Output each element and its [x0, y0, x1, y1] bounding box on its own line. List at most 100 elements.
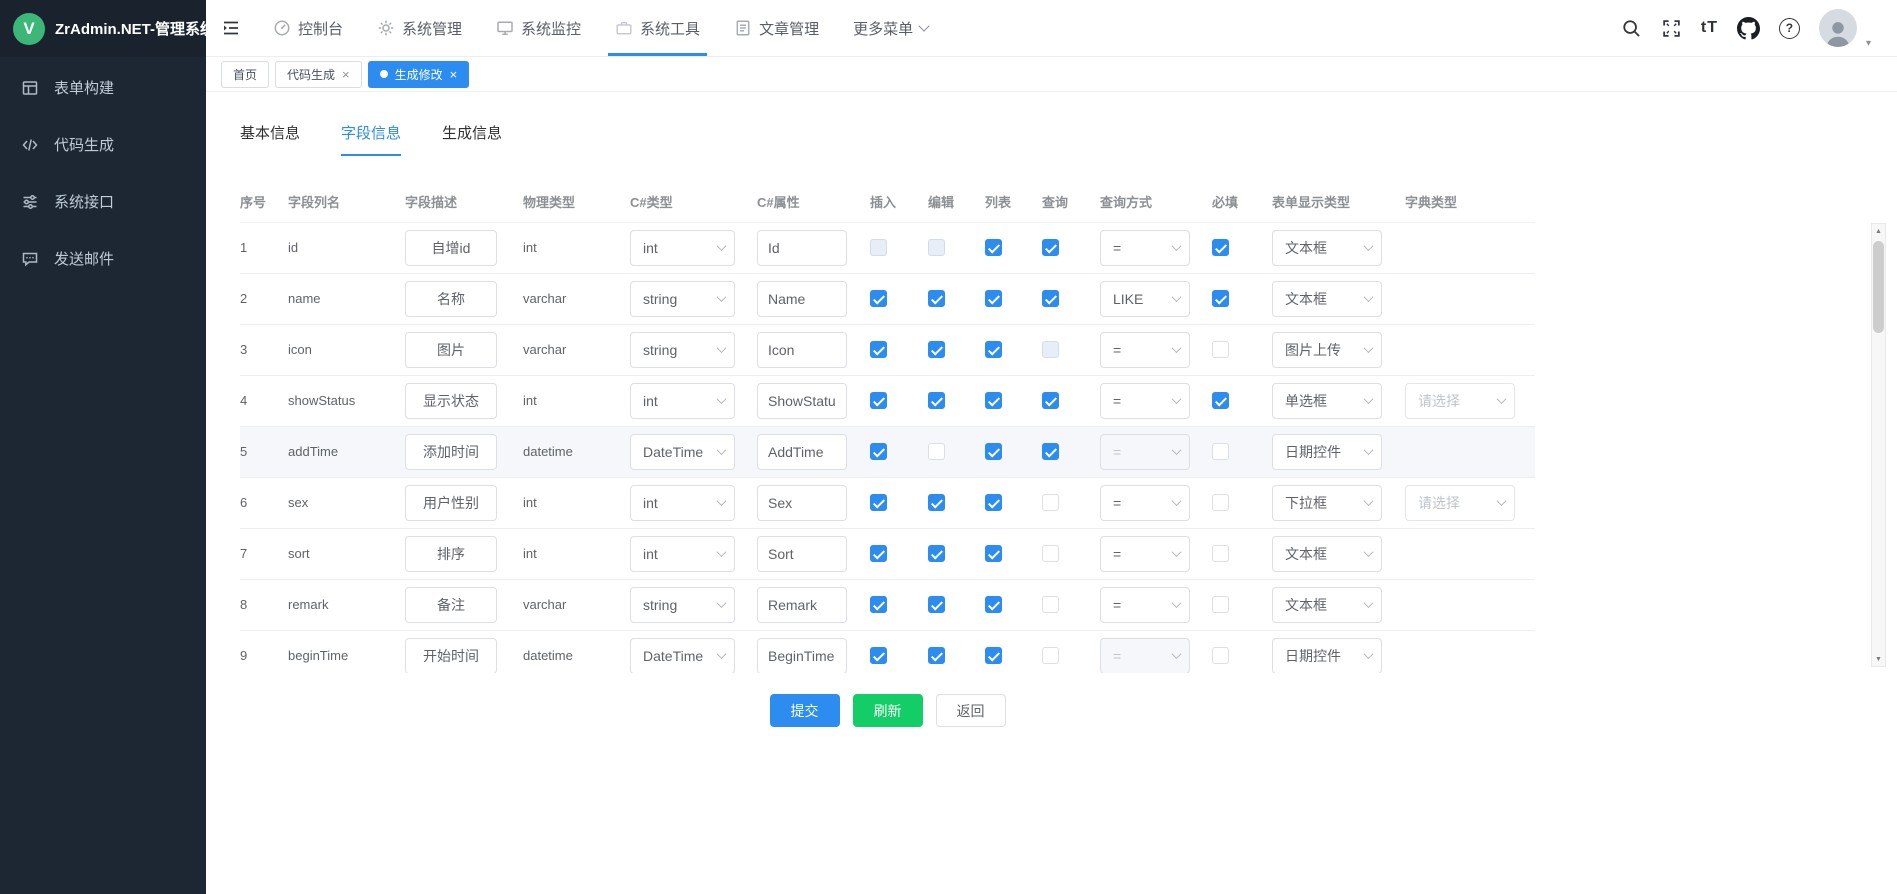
required-checkbox[interactable] [1212, 443, 1229, 460]
display-type-select[interactable]: 文本框 [1272, 230, 1382, 266]
display-type-select[interactable]: 文本框 [1272, 587, 1382, 623]
field-desc-input[interactable] [405, 434, 497, 470]
field-desc-input[interactable] [405, 281, 497, 317]
cs-type-select[interactable]: int [630, 383, 735, 419]
sidebar-item-form-build[interactable]: 表单构建 [0, 59, 206, 116]
insert-checkbox[interactable] [870, 647, 887, 664]
edit-checkbox[interactable] [928, 239, 945, 256]
nav-item-more-menus[interactable]: 更多菜单 [836, 0, 945, 56]
nav-item-system-tools[interactable]: 系统工具 [598, 0, 717, 56]
cs-type-select[interactable]: string [630, 587, 735, 623]
cs-type-select[interactable]: string [630, 281, 735, 317]
tag-code-gen[interactable]: 代码生成 × [275, 61, 362, 88]
edit-checkbox[interactable] [928, 443, 945, 460]
field-desc-input[interactable] [405, 638, 497, 674]
query-method-select[interactable]: = [1100, 485, 1190, 521]
sidebar-item-code-gen[interactable]: 代码生成 [0, 116, 206, 173]
list-checkbox[interactable] [985, 494, 1002, 511]
cs-property-input[interactable] [757, 587, 847, 623]
display-type-select[interactable]: 日期控件 [1272, 434, 1382, 470]
refresh-button[interactable]: 刷新 [853, 694, 923, 727]
display-type-select[interactable]: 单选框 [1272, 383, 1382, 419]
required-checkbox[interactable] [1212, 494, 1229, 511]
list-checkbox[interactable] [985, 341, 1002, 358]
sidebar-item-mail[interactable]: 发送邮件 [0, 230, 206, 287]
required-checkbox[interactable] [1212, 647, 1229, 664]
query-method-select[interactable]: = [1100, 587, 1190, 623]
scrollbar-track[interactable] [1872, 238, 1885, 652]
required-checkbox[interactable] [1212, 341, 1229, 358]
avatar[interactable] [1819, 9, 1857, 47]
required-checkbox[interactable] [1212, 392, 1229, 409]
field-desc-input[interactable] [405, 332, 497, 368]
list-checkbox[interactable] [985, 239, 1002, 256]
query-checkbox[interactable] [1042, 239, 1059, 256]
list-checkbox[interactable] [985, 647, 1002, 664]
tag-home[interactable]: 首页 [221, 61, 269, 88]
query-checkbox[interactable] [1042, 341, 1059, 358]
cs-type-select[interactable]: DateTime [630, 638, 735, 674]
query-method-select[interactable]: = [1100, 536, 1190, 572]
nav-item-system-manage[interactable]: 系统管理 [360, 0, 479, 56]
tag-gen-edit[interactable]: 生成修改 × [368, 61, 470, 88]
required-checkbox[interactable] [1212, 596, 1229, 613]
query-method-select[interactable]: = [1100, 332, 1190, 368]
query-checkbox[interactable] [1042, 443, 1059, 460]
cs-property-input[interactable] [757, 638, 847, 674]
query-method-select[interactable]: = [1100, 638, 1190, 674]
display-type-select[interactable]: 日期控件 [1272, 638, 1382, 674]
list-checkbox[interactable] [985, 596, 1002, 613]
dict-type-select[interactable]: 请选择 [1405, 383, 1515, 419]
display-type-select[interactable]: 下拉框 [1272, 485, 1382, 521]
dict-type-select[interactable]: 请选择 [1405, 485, 1515, 521]
sidebar-item-api[interactable]: 系统接口 [0, 173, 206, 230]
field-desc-input[interactable] [405, 536, 497, 572]
required-checkbox[interactable] [1212, 545, 1229, 562]
cs-type-select[interactable]: int [630, 536, 735, 572]
insert-checkbox[interactable] [870, 341, 887, 358]
cs-property-input[interactable] [757, 536, 847, 572]
insert-checkbox[interactable] [870, 443, 887, 460]
query-checkbox[interactable] [1042, 545, 1059, 562]
query-method-select[interactable]: = [1100, 383, 1190, 419]
edit-checkbox[interactable] [928, 647, 945, 664]
insert-checkbox[interactable] [870, 290, 887, 307]
vertical-scrollbar[interactable]: ▲ ▼ [1871, 223, 1886, 667]
field-desc-input[interactable] [405, 587, 497, 623]
tab-basic-info[interactable]: 基本信息 [240, 122, 300, 156]
field-desc-input[interactable] [405, 230, 497, 266]
scroll-down-icon[interactable]: ▼ [1875, 652, 1882, 666]
edit-checkbox[interactable] [928, 392, 945, 409]
edit-checkbox[interactable] [928, 494, 945, 511]
scroll-up-icon[interactable]: ▲ [1875, 224, 1882, 238]
insert-checkbox[interactable] [870, 545, 887, 562]
required-checkbox[interactable] [1212, 239, 1229, 256]
insert-checkbox[interactable] [870, 239, 887, 256]
search-button[interactable] [1621, 18, 1642, 39]
back-button[interactable]: 返回 [936, 694, 1006, 727]
tab-field-info[interactable]: 字段信息 [341, 122, 401, 156]
edit-checkbox[interactable] [928, 545, 945, 562]
nav-item-system-monitor[interactable]: 系统监控 [479, 0, 598, 56]
insert-checkbox[interactable] [870, 596, 887, 613]
close-icon[interactable]: × [450, 68, 458, 81]
query-checkbox[interactable] [1042, 596, 1059, 613]
nav-item-article-manage[interactable]: 文章管理 [717, 0, 836, 56]
font-size-icon[interactable]: tT [1701, 19, 1718, 37]
query-checkbox[interactable] [1042, 647, 1059, 664]
query-method-select[interactable]: = [1100, 434, 1190, 470]
field-desc-input[interactable] [405, 485, 497, 521]
list-checkbox[interactable] [985, 443, 1002, 460]
cs-type-select[interactable]: string [630, 332, 735, 368]
insert-checkbox[interactable] [870, 494, 887, 511]
list-checkbox[interactable] [985, 290, 1002, 307]
required-checkbox[interactable] [1212, 290, 1229, 307]
submit-button[interactable]: 提交 [770, 694, 840, 727]
insert-checkbox[interactable] [870, 392, 887, 409]
cs-property-input[interactable] [757, 281, 847, 317]
cs-property-input[interactable] [757, 434, 847, 470]
cs-property-input[interactable] [757, 383, 847, 419]
scrollbar-thumb[interactable] [1873, 241, 1884, 333]
query-checkbox[interactable] [1042, 392, 1059, 409]
list-checkbox[interactable] [985, 392, 1002, 409]
